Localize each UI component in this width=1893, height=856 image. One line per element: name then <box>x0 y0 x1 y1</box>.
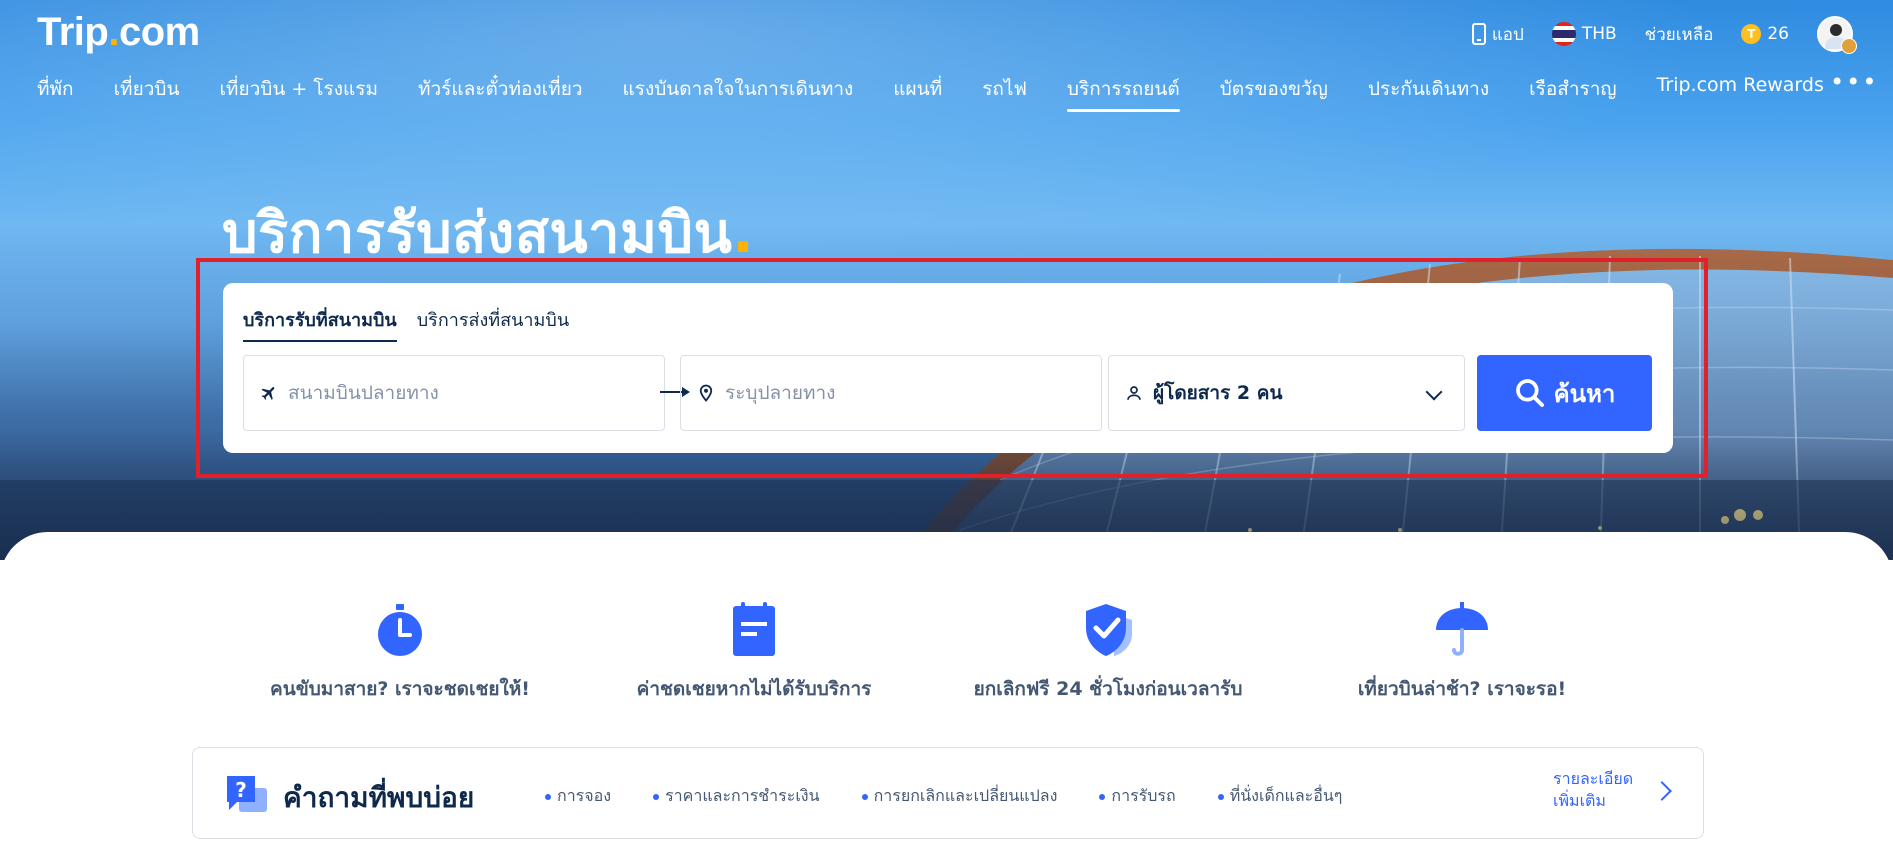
plane-icon <box>261 387 275 400</box>
faq-link-booking[interactable]: การจอง <box>545 784 611 809</box>
person-icon <box>1127 386 1141 400</box>
transfer-tabs: บริการรับที่สนามบิน บริการส่งที่สนามบิน <box>243 305 569 342</box>
feature-label: ยกเลิกฟรี 24 ชั่วโมงก่อนเวลารับ <box>973 678 1243 700</box>
search-button-label: ค้นหา <box>1553 379 1616 408</box>
faq-more-link[interactable]: รายละเอียด เพิ่มเติม <box>1553 768 1653 812</box>
feature-flight-delay: เที่ยวบินล่าช้า? เราจะรอ! <box>1302 600 1622 704</box>
nav-item-rewards[interactable]: Trip.com Rewards <box>1657 74 1824 112</box>
feature-no-show-compensation: ค่าชดเชยหากไม่ได้รับบริการ <box>594 600 914 704</box>
thai-flag-icon <box>1551 22 1576 46</box>
coin-count: 26 <box>1767 24 1789 44</box>
tab-airport-pickup[interactable]: บริการรับที่สนามบิน <box>243 305 397 342</box>
currency-label: THB <box>1581 24 1617 44</box>
nav-item-flights[interactable]: เที่ยวบิน <box>114 74 180 112</box>
header-actions: แอป THB ช่วยเหลือ T 26 <box>1471 16 1857 54</box>
search-button[interactable]: ค้นหา <box>1477 355 1652 431</box>
nav-item-flight-hotel[interactable]: เที่ยวบิน + โรงแรม <box>219 74 378 112</box>
feature-label: เที่ยวบินล่าช้า? เราจะรอ! <box>1357 678 1567 700</box>
app-link[interactable]: แอป <box>1471 21 1524 48</box>
logo-text: Trip <box>37 10 109 54</box>
avatar[interactable] <box>1817 16 1857 54</box>
location-pin-icon <box>699 384 713 402</box>
nav-item-inspiration[interactable]: แรงบันดาลใจในการเดินทาง <box>623 74 854 112</box>
chevron-down-icon <box>1425 383 1443 401</box>
title-dot: . <box>732 201 755 266</box>
faq-title: คำถามที่พบบ่อย <box>283 781 475 814</box>
more-menu-icon[interactable]: ••• <box>1830 68 1878 96</box>
trip-logo[interactable]: Trip.com <box>37 10 200 55</box>
nav-item-map[interactable]: แผนที่ <box>893 74 942 112</box>
tab-airport-dropoff[interactable]: บริการส่งที่สนามบิน <box>417 305 569 342</box>
destination-input[interactable]: ระบุปลายทาง <box>680 355 1102 431</box>
trip-coins[interactable]: T 26 <box>1741 24 1789 44</box>
page-title-text: บริการรับส่งสนามบิน <box>222 201 733 266</box>
nav-item-insurance[interactable]: ประกันเดินทาง <box>1368 74 1489 112</box>
faq-links: การจอง ราคาและการชำระเงิน การยกเลิกและเป… <box>545 784 1384 809</box>
faq-link-child-seats[interactable]: ที่นั่งเด็กและอื่นๆ <box>1218 784 1343 809</box>
svg-text:?: ? <box>235 778 247 802</box>
destination-placeholder: ระบุปลายทาง <box>725 382 836 404</box>
nav-item-trains[interactable]: รถไฟ <box>982 74 1027 112</box>
feature-label: ค่าชดเชยหากไม่ได้รับบริการ <box>636 678 872 700</box>
stopwatch-icon <box>378 604 422 656</box>
airport-input[interactable]: สนามบินปลายทาง <box>243 355 665 431</box>
nav-item-tours-tickets[interactable]: ทัวร์และตั๋วท่องเที่ยว <box>418 74 583 112</box>
nav-item-car-services[interactable]: บริการรถยนต์ <box>1066 74 1180 112</box>
nav-item-cruises[interactable]: เรือสำราญ <box>1529 74 1616 112</box>
faq-more-line1: รายละเอียด <box>1553 769 1634 788</box>
help-label: ช่วยเหลือ <box>1644 24 1714 45</box>
nav-item-hotels[interactable]: ที่พัก <box>37 74 74 112</box>
feature-free-cancellation: ยกเลิกฟรี 24 ชั่วโมงก่อนเวลารับ <box>948 600 1268 704</box>
faq-link-pricing-payment[interactable]: ราคาและการชำระเงิน <box>653 784 820 809</box>
faq-more-line2: เพิ่มเติม <box>1553 791 1606 810</box>
faq-link-pickup[interactable]: การรับรถ <box>1099 784 1175 809</box>
search-icon <box>1515 379 1544 407</box>
airport-placeholder: สนามบินปลายทาง <box>288 382 439 404</box>
question-chat-icon: ? <box>227 776 267 812</box>
help-link[interactable]: ช่วยเหลือ <box>1645 21 1714 48</box>
feature-label: คนขับมาสาย? เราจะชดเชยให้! <box>270 678 530 700</box>
chevron-right-icon[interactable] <box>1652 781 1672 801</box>
app-label: แอป <box>1491 24 1524 45</box>
shield-check-icon <box>1086 604 1132 656</box>
umbrella-icon <box>1436 602 1488 656</box>
notepad-icon <box>733 602 775 656</box>
faq-section: ? คำถามที่พบบ่อย การจอง ราคาและการชำระเง… <box>192 747 1704 839</box>
phone-icon <box>1471 23 1486 45</box>
feature-driver-late: คนขับมาสาย? เราจะชดเชยให้! <box>240 600 560 704</box>
feature-list: คนขับมาสาย? เราจะชดเชยให้! ค่าชดเชยหากไม… <box>240 600 1640 710</box>
passenger-selector[interactable]: ผู้โดยสาร 2 คน <box>1108 355 1465 431</box>
member-badge-icon <box>1841 38 1857 54</box>
avatar-head <box>1830 24 1842 36</box>
currency-selector[interactable]: THB <box>1551 22 1617 46</box>
faq-link-cancellation[interactable]: การยกเลิกและเปลี่ยนแปลง <box>862 784 1058 809</box>
top-header: Trip.com แอป THB ช่วยเหลือ T 26 <box>0 0 1893 64</box>
search-card: บริการรับที่สนามบิน บริการส่งที่สนามบิน … <box>223 283 1673 453</box>
main-nav: ที่พัก เที่ยวบิน เที่ยวบิน + โรงแรม ทัวร… <box>37 68 1876 112</box>
logo-dot: . <box>108 10 119 54</box>
logo-suffix: com <box>118 10 200 54</box>
nav-item-gift-cards[interactable]: บัตรของขวัญ <box>1220 74 1328 112</box>
passenger-count: ผู้โดยสาร 2 คน <box>1153 382 1283 404</box>
coin-icon: T <box>1741 24 1762 44</box>
